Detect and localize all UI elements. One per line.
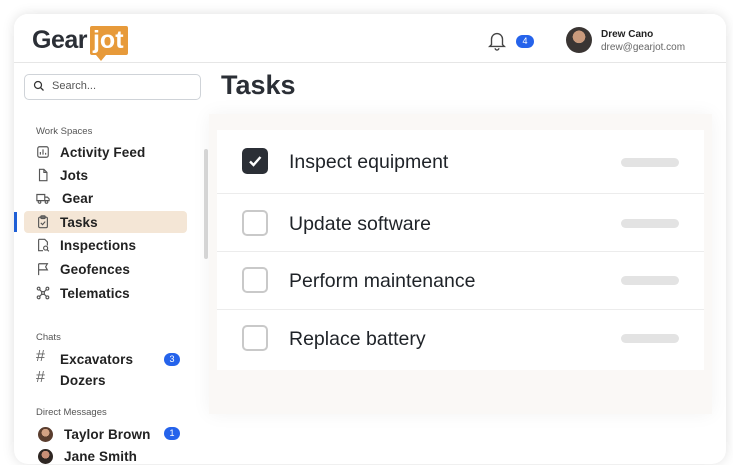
sidebar-item-label: Telematics bbox=[60, 286, 130, 301]
hash-icon: # bbox=[36, 369, 45, 386]
activity-icon bbox=[37, 146, 49, 158]
task-checkbox[interactable] bbox=[242, 210, 268, 236]
sidebar-item-telematics[interactable]: Telematics bbox=[24, 282, 187, 304]
top-header: Gear jot 4 Drew Cano drew@gearjot.com bbox=[14, 14, 726, 63]
task-checkbox[interactable] bbox=[242, 267, 268, 293]
task-label: Perform maintenance bbox=[289, 270, 476, 292]
chat-item-dozers[interactable]: # Dozers bbox=[24, 369, 187, 391]
document-icon bbox=[38, 168, 48, 182]
dm-item-label: Taylor Brown bbox=[64, 427, 151, 442]
sidebar-item-label: Tasks bbox=[60, 215, 98, 230]
search-icon bbox=[33, 80, 44, 91]
task-row[interactable]: Perform maintenance bbox=[217, 252, 704, 310]
logo-jot-text: jot bbox=[89, 25, 128, 61]
clipboard-icon bbox=[38, 215, 48, 229]
sidebar-item-gear[interactable]: Gear bbox=[24, 187, 187, 209]
logo-gear-text: Gear bbox=[32, 25, 87, 54]
sidebar-item-label: Gear bbox=[62, 191, 94, 206]
bell-icon[interactable] bbox=[486, 28, 508, 52]
direct-messages-heading: Direct Messages bbox=[36, 407, 107, 418]
task-list: Inspect equipment Update software Perfor… bbox=[217, 130, 704, 370]
page-title: Tasks bbox=[221, 70, 296, 100]
gearjot-logo[interactable]: Gear jot bbox=[32, 24, 128, 61]
notification-badge: 4 bbox=[516, 35, 534, 48]
task-label: Update software bbox=[289, 213, 431, 235]
active-indicator bbox=[14, 212, 17, 232]
task-label: Inspect equipment bbox=[289, 151, 449, 173]
dm-item-label: Jane Smith bbox=[64, 449, 138, 464]
app-window: Gear jot 4 Drew Cano drew@gearjot.com Se… bbox=[14, 14, 726, 464]
sidebar-item-label: Geofences bbox=[60, 262, 130, 277]
flag-icon bbox=[38, 263, 49, 276]
chat-item-label: Dozers bbox=[60, 373, 106, 388]
hash-icon: # bbox=[36, 348, 45, 365]
task-placeholder-bar bbox=[621, 334, 679, 343]
inspection-icon bbox=[38, 238, 50, 252]
task-placeholder-bar bbox=[621, 158, 679, 167]
search-input[interactable]: Search... bbox=[24, 74, 201, 100]
avatar bbox=[38, 427, 53, 442]
task-row[interactable]: Update software bbox=[217, 194, 704, 252]
dm-item-jane-smith[interactable]: Jane Smith bbox=[24, 445, 187, 464]
sidebar-item-label: Jots bbox=[60, 168, 89, 183]
user-name: Drew Cano bbox=[601, 29, 654, 40]
unread-badge: 3 bbox=[164, 353, 180, 366]
sidebar-item-label: Activity Feed bbox=[60, 145, 146, 160]
checkmark-icon bbox=[249, 156, 262, 167]
task-label: Replace battery bbox=[289, 328, 426, 350]
network-icon bbox=[36, 286, 50, 300]
sidebar-item-activity-feed[interactable]: Activity Feed bbox=[24, 141, 187, 163]
task-row[interactable]: Inspect equipment bbox=[217, 130, 704, 188]
sidebar-item-label: Inspections bbox=[60, 238, 137, 253]
workspaces-heading: Work Spaces bbox=[36, 126, 93, 137]
task-placeholder-bar bbox=[621, 276, 679, 285]
user-email: drew@gearjot.com bbox=[601, 42, 686, 53]
search-placeholder: Search... bbox=[52, 80, 97, 92]
sidebar-item-jots[interactable]: Jots bbox=[24, 164, 187, 186]
chat-item-excavators[interactable]: # Excavators bbox=[24, 348, 187, 370]
chats-heading: Chats bbox=[36, 332, 61, 343]
unread-badge: 1 bbox=[164, 427, 180, 440]
avatar bbox=[38, 449, 53, 464]
task-checkbox-checked[interactable] bbox=[242, 148, 268, 174]
sidebar-item-geofences[interactable]: Geofences bbox=[24, 258, 187, 280]
sidebar-item-inspections[interactable]: Inspections bbox=[24, 234, 187, 256]
user-avatar[interactable] bbox=[566, 27, 592, 53]
sidebar-scrollbar[interactable] bbox=[204, 149, 208, 259]
truck-icon bbox=[36, 193, 50, 204]
task-checkbox[interactable] bbox=[242, 325, 268, 351]
dm-item-taylor-brown[interactable]: Taylor Brown bbox=[24, 423, 187, 445]
chat-item-label: Excavators bbox=[60, 352, 134, 367]
task-row[interactable]: Replace battery bbox=[217, 310, 704, 368]
task-placeholder-bar bbox=[621, 219, 679, 228]
sidebar: Search... Work Spaces Activity Feed Jots… bbox=[14, 63, 208, 464]
sidebar-item-tasks[interactable]: Tasks bbox=[24, 211, 187, 233]
